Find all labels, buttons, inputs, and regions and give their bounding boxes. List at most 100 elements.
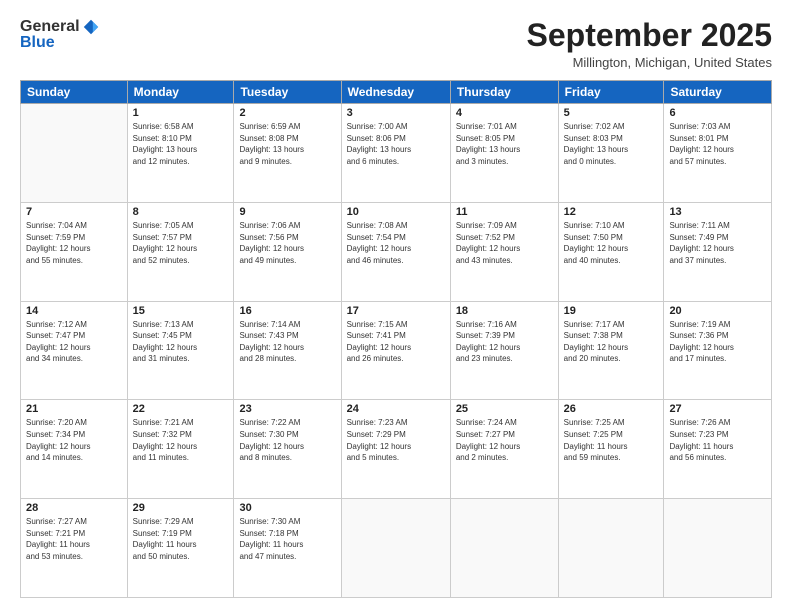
day-info: Sunrise: 7:06 AM Sunset: 7:56 PM Dayligh… bbox=[239, 220, 335, 266]
day-info: Sunrise: 7:27 AM Sunset: 7:21 PM Dayligh… bbox=[26, 516, 122, 562]
calendar-cell: 21 Sunrise: 7:20 AM Sunset: 7:34 PM Dayli… bbox=[21, 400, 128, 499]
day-info: Sunrise: 7:23 AM Sunset: 7:29 PM Dayligh… bbox=[347, 417, 445, 463]
calendar-cell: 3 Sunrise: 7:00 AM Sunset: 8:06 PM Daylig… bbox=[341, 104, 450, 203]
calendar-table: SundayMondayTuesdayWednesdayThursdayFrid… bbox=[20, 80, 772, 598]
calendar-cell: 2Sunrise: 6:59 AM Sunset: 8:08 PM Daylig… bbox=[234, 104, 341, 203]
calendar-page: General Blue September 2025 Millington, … bbox=[0, 0, 792, 612]
day-number: 11 bbox=[456, 206, 553, 218]
day-info: Sunrise: 7:13 AM Sunset: 7:45 PM Dayligh… bbox=[133, 319, 229, 365]
calendar-cell: 24 Sunrise: 7:23 AM Sunset: 7:29 PM Dayli… bbox=[341, 400, 450, 499]
day-info: Sunrise: 7:20 AM Sunset: 7:34 PM Dayligh… bbox=[26, 417, 122, 463]
day-number: 2 bbox=[239, 107, 335, 119]
day-info: Sunrise: 7:00 AM Sunset: 8:06 PM Dayligh… bbox=[347, 121, 445, 167]
day-info: Sunrise: 7:12 AM Sunset: 7:47 PM Dayligh… bbox=[26, 319, 122, 365]
calendar-cell: 28 Sunrise: 7:27 AM Sunset: 7:21 PM Dayli… bbox=[21, 499, 128, 598]
weekday-header-sunday: Sunday bbox=[21, 81, 128, 104]
calendar-cell: 12 Sunrise: 7:10 AM Sunset: 7:50 PM Dayli… bbox=[558, 202, 664, 301]
day-number: 22 bbox=[133, 403, 229, 415]
calendar-cell: 1 Sunrise: 6:58 AM Sunset: 8:10 PM Daylig… bbox=[127, 104, 234, 203]
calendar-cell: 11 Sunrise: 7:09 AM Sunset: 7:52 PM Dayli… bbox=[450, 202, 558, 301]
weekday-header-wednesday: Wednesday bbox=[341, 81, 450, 104]
day-number: 29 bbox=[133, 502, 229, 514]
calendar-cell: 17 Sunrise: 7:15 AM Sunset: 7:41 PM Dayli… bbox=[341, 301, 450, 400]
calendar-cell: 25Sunrise: 7:24 AM Sunset: 7:27 PM Dayli… bbox=[450, 400, 558, 499]
day-number: 8 bbox=[133, 206, 229, 218]
day-number: 15 bbox=[133, 305, 229, 317]
week-row-1: 1 Sunrise: 6:58 AM Sunset: 8:10 PM Daylig… bbox=[21, 104, 772, 203]
calendar-cell: 16 Sunrise: 7:14 AM Sunset: 7:43 PM Dayli… bbox=[234, 301, 341, 400]
calendar-cell: 7 Sunrise: 7:04 AM Sunset: 7:59 PM Daylig… bbox=[21, 202, 128, 301]
day-number: 26 bbox=[564, 403, 659, 415]
calendar-cell: 15 Sunrise: 7:13 AM Sunset: 7:45 PM Dayli… bbox=[127, 301, 234, 400]
weekday-header-thursday: Thursday bbox=[450, 81, 558, 104]
calendar-cell: 4Sunrise: 7:01 AM Sunset: 8:05 PM Daylig… bbox=[450, 104, 558, 203]
day-info: Sunrise: 7:15 AM Sunset: 7:41 PM Dayligh… bbox=[347, 319, 445, 365]
day-info: Sunrise: 7:09 AM Sunset: 7:52 PM Dayligh… bbox=[456, 220, 553, 266]
logo: General Blue bbox=[20, 18, 100, 52]
calendar-cell: 27 Sunrise: 7:26 AM Sunset: 7:23 PM Dayli… bbox=[664, 400, 772, 499]
calendar-cell: 30 Sunrise: 7:30 AM Sunset: 7:18 PM Dayli… bbox=[234, 499, 341, 598]
day-info: Sunrise: 7:16 AM Sunset: 7:39 PM Dayligh… bbox=[456, 319, 553, 365]
calendar-cell: 20Sunrise: 7:19 AM Sunset: 7:36 PM Dayli… bbox=[664, 301, 772, 400]
day-info: Sunrise: 7:29 AM Sunset: 7:19 PM Dayligh… bbox=[133, 516, 229, 562]
day-info: Sunrise: 7:05 AM Sunset: 7:57 PM Dayligh… bbox=[133, 220, 229, 266]
day-info: Sunrise: 7:30 AM Sunset: 7:18 PM Dayligh… bbox=[239, 516, 335, 562]
day-info: Sunrise: 7:08 AM Sunset: 7:54 PM Dayligh… bbox=[347, 220, 445, 266]
day-number: 23 bbox=[239, 403, 335, 415]
calendar-cell bbox=[450, 499, 558, 598]
week-row-2: 7 Sunrise: 7:04 AM Sunset: 7:59 PM Daylig… bbox=[21, 202, 772, 301]
logo-icon bbox=[82, 18, 100, 36]
calendar-cell: 5Sunrise: 7:02 AM Sunset: 8:03 PM Daylig… bbox=[558, 104, 664, 203]
header: General Blue September 2025 Millington, … bbox=[20, 18, 772, 70]
calendar-cell bbox=[21, 104, 128, 203]
day-info: Sunrise: 7:04 AM Sunset: 7:59 PM Dayligh… bbox=[26, 220, 122, 266]
day-number: 6 bbox=[669, 107, 766, 119]
calendar-cell: 29 Sunrise: 7:29 AM Sunset: 7:19 PM Dayli… bbox=[127, 499, 234, 598]
day-info: Sunrise: 7:03 AM Sunset: 8:01 PM Dayligh… bbox=[669, 121, 766, 167]
day-info: Sunrise: 7:24 AM Sunset: 7:27 PM Dayligh… bbox=[456, 417, 553, 463]
day-number: 10 bbox=[347, 206, 445, 218]
day-number: 3 bbox=[347, 107, 445, 119]
location: Millington, Michigan, United States bbox=[527, 55, 772, 70]
day-number: 18 bbox=[456, 305, 553, 317]
week-row-5: 28 Sunrise: 7:27 AM Sunset: 7:21 PM Dayli… bbox=[21, 499, 772, 598]
day-number: 14 bbox=[26, 305, 122, 317]
day-number: 7 bbox=[26, 206, 122, 218]
day-number: 12 bbox=[564, 206, 659, 218]
weekday-header-tuesday: Tuesday bbox=[234, 81, 341, 104]
title-block: September 2025 Millington, Michigan, Uni… bbox=[527, 18, 772, 70]
weekday-header-monday: Monday bbox=[127, 81, 234, 104]
week-row-3: 14 Sunrise: 7:12 AM Sunset: 7:47 PM Dayli… bbox=[21, 301, 772, 400]
day-number: 24 bbox=[347, 403, 445, 415]
day-number: 5 bbox=[564, 107, 659, 119]
day-number: 21 bbox=[26, 403, 122, 415]
calendar-cell bbox=[664, 499, 772, 598]
day-info: Sunrise: 7:17 AM Sunset: 7:38 PM Dayligh… bbox=[564, 319, 659, 365]
day-info: Sunrise: 7:10 AM Sunset: 7:50 PM Dayligh… bbox=[564, 220, 659, 266]
calendar-cell: 23 Sunrise: 7:22 AM Sunset: 7:30 PM Dayli… bbox=[234, 400, 341, 499]
calendar-cell: 10 Sunrise: 7:08 AM Sunset: 7:54 PM Dayli… bbox=[341, 202, 450, 301]
day-number: 27 bbox=[669, 403, 766, 415]
calendar-cell bbox=[558, 499, 664, 598]
day-number: 20 bbox=[669, 305, 766, 317]
calendar-cell: 18 Sunrise: 7:16 AM Sunset: 7:39 PM Dayli… bbox=[450, 301, 558, 400]
day-info: Sunrise: 7:26 AM Sunset: 7:23 PM Dayligh… bbox=[669, 417, 766, 463]
calendar-cell: 19 Sunrise: 7:17 AM Sunset: 7:38 PM Dayli… bbox=[558, 301, 664, 400]
day-info: Sunrise: 7:22 AM Sunset: 7:30 PM Dayligh… bbox=[239, 417, 335, 463]
day-number: 28 bbox=[26, 502, 122, 514]
day-number: 9 bbox=[239, 206, 335, 218]
week-row-4: 21 Sunrise: 7:20 AM Sunset: 7:34 PM Dayli… bbox=[21, 400, 772, 499]
day-info: Sunrise: 7:14 AM Sunset: 7:43 PM Dayligh… bbox=[239, 319, 335, 365]
day-number: 19 bbox=[564, 305, 659, 317]
calendar-cell: 9 Sunrise: 7:06 AM Sunset: 7:56 PM Daylig… bbox=[234, 202, 341, 301]
day-number: 1 bbox=[133, 107, 229, 119]
day-number: 16 bbox=[239, 305, 335, 317]
weekday-header-friday: Friday bbox=[558, 81, 664, 104]
day-number: 17 bbox=[347, 305, 445, 317]
weekday-header-saturday: Saturday bbox=[664, 81, 772, 104]
day-info: Sunrise: 7:11 AM Sunset: 7:49 PM Dayligh… bbox=[669, 220, 766, 266]
day-info: Sunrise: 6:58 AM Sunset: 8:10 PM Dayligh… bbox=[133, 121, 229, 167]
month-title: September 2025 bbox=[527, 18, 772, 53]
day-info: Sunrise: 7:21 AM Sunset: 7:32 PM Dayligh… bbox=[133, 417, 229, 463]
day-number: 30 bbox=[239, 502, 335, 514]
